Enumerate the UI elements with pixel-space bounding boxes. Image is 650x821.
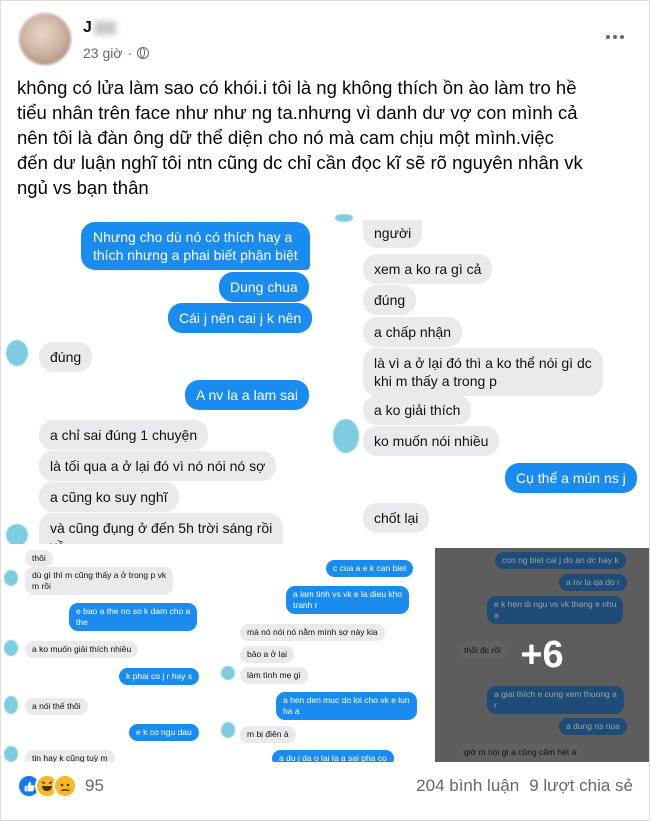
dot-separator: · [127, 45, 133, 61]
author-name[interactable]: J [83, 19, 92, 36]
message-bubble: xem a ko ra gì cả [363, 254, 493, 284]
message-bubble: k phai co j r hay s [119, 668, 200, 685]
message-bubble: a chấp nhận [363, 317, 463, 347]
message-bubble: e bao a the no so k dam cho a the [69, 603, 198, 631]
avatar-blob [6, 524, 28, 544]
sad-reaction-icon [53, 774, 77, 798]
post-text-line: ngủ vs bạn thân [17, 177, 149, 198]
message-bubble: a ko giải thích [363, 395, 472, 425]
message-bubble: làm tình mẹ gì [240, 667, 308, 684]
message-bubble: a du j da o lai la a sai pha co [272, 750, 394, 762]
post-header: J 23 giờ · [19, 13, 631, 69]
message-text: khi m thấy a trong p [374, 373, 497, 389]
photo-2[interactable]: người xem a ko ra gì cả đúng a chấp nhận… [327, 214, 649, 544]
message-text: the [76, 617, 88, 627]
post-text-line: không có lửa làm sao có khói.i tôi là ng… [17, 77, 577, 98]
reactions-summary[interactable]: 95 [17, 774, 104, 798]
message-text: ha a [283, 706, 300, 716]
message-bubble: a nói thế thôi [25, 698, 88, 715]
post-text: không có lửa làm sao có khói.i tôi là ng… [17, 75, 637, 200]
message-bubble: đúng [39, 342, 93, 372]
message-bubble: a hen den muc do loi cho vk e lun ha a [276, 692, 417, 720]
message-text: về [50, 537, 272, 544]
avatar-blob [221, 666, 235, 680]
message-bubble: a cũng ko suy nghĩ [39, 482, 179, 512]
avatar-blob [333, 419, 359, 453]
reaction-count[interactable]: 95 [85, 776, 104, 796]
post-meta: 23 giờ · [83, 45, 150, 61]
message-bubble: A nv la a lam sai [185, 380, 309, 410]
message-bubble: Dung chua [219, 272, 309, 302]
message-bubble: a ko muốn giải thích nhiều [25, 641, 139, 658]
more-options-icon[interactable] [599, 27, 631, 47]
message-bubble: dù gì thì m cũng thấy a ở trong p vk m r… [25, 567, 174, 595]
message-bubble: Cái j nên cai j k nên [168, 303, 313, 333]
comments-count[interactable]: 204 bình luận [416, 776, 519, 796]
post-text-line: đến dư luận nghĩ tôi ntn cũng dc chỉ cần… [17, 152, 583, 173]
message-bubble: là vì a ở lại đó thì a ko thể nói gì dc … [363, 348, 603, 396]
message-bubble: Nhưng cho dù nó có thích hay a thích như… [81, 222, 310, 270]
message-bubble: m bị điên à [240, 726, 296, 743]
message-text: thích nhưng a phai biết phận biệt [93, 247, 298, 263]
avatar-blob [4, 570, 18, 586]
author-avatar[interactable] [19, 13, 71, 65]
message-bubble: chốt lại [363, 503, 430, 533]
message-bubble: c cua a e k can biet [326, 560, 414, 577]
message-bubble: và cũng đụng ở đến 5h trời sáng rồi về [39, 513, 284, 544]
message-text: tranh r [293, 600, 318, 610]
photo-5-more[interactable]: con ng biet cai j do an dc hay k a nv la… [435, 548, 649, 762]
message-bubble: người [363, 220, 423, 248]
avatar-blob [335, 214, 353, 222]
message-text: e bao a the no so k dam cho a [76, 606, 191, 616]
photo-3[interactable]: thôi dù gì thì m cũng thấy a ở trong p v… [1, 548, 214, 762]
photo-1[interactable]: Nhưng cho dù nó có thích hay a thích như… [1, 214, 323, 544]
engagement-stats: 204 bình luận 9 lượt chia sẻ [416, 776, 633, 796]
message-text: là vì a ở lại đó thì a ko thể nói gì dc [374, 355, 592, 371]
more-photos-count[interactable]: +6 [435, 548, 649, 762]
message-bubble: ko muốn nói nhiều [363, 426, 500, 456]
message-bubble: là tối qua a ở lại đó vì nó nói nó sợ [39, 451, 277, 481]
message-text: a hen den muc do loi cho vk e lun [283, 695, 410, 705]
avatar-blob [6, 340, 28, 366]
avatar-blob [221, 722, 235, 738]
message-bubble: e k co ngu dau [129, 724, 199, 741]
avatar-blob [4, 696, 18, 714]
message-text: a lam tinh vs vk e la dieu kho [293, 589, 403, 599]
message-bubble: a chỉ sai đúng 1 chuyện [39, 420, 209, 450]
avatar-blob [4, 640, 18, 656]
blurred-name [93, 20, 116, 35]
post-footer: 95 204 bình luận 9 lượt chia sẻ [17, 766, 633, 806]
photo-4[interactable]: c cua a e k can biet a lam tinh vs vk e … [218, 548, 431, 762]
message-text: m rồi [32, 581, 51, 591]
message-bubble: a lam tinh vs vk e la dieu kho tranh r [286, 586, 410, 614]
message-text: dù gì thì m cũng thấy a ở trong p vk [32, 570, 167, 580]
post-text-line: tiểu nhân trên face như như ng ta.nhưng … [17, 102, 578, 123]
message-bubble: tin hay k cũng tuỳ m [25, 750, 115, 762]
message-bubble: thôi [25, 550, 53, 567]
post-time[interactable]: 23 giờ [83, 45, 123, 61]
author-name-container[interactable]: J [83, 19, 116, 37]
message-bubble: bảo a ở lại [240, 646, 295, 663]
avatar-blob [4, 746, 18, 762]
message-bubble: mà nó nói nó nằm mình sợ này kia [240, 624, 385, 641]
post-text-line: nên tôi là đàn ông dữ thể diện cho nó mà… [17, 127, 554, 148]
photo-grid: Nhưng cho dù nó có thích hay a thích như… [1, 214, 649, 762]
message-text: Nhưng cho dù nó có thích hay a [93, 229, 293, 245]
facebook-post: J 23 giờ · không có lửa làm sao có khói.… [0, 0, 650, 821]
message-text: và cũng đụng ở đến 5h trời sáng rồi [50, 520, 273, 536]
globe-icon[interactable] [137, 47, 150, 59]
message-bubble: đúng [363, 285, 417, 315]
message-bubble: Cụ thể a mún ns j [505, 463, 637, 493]
shares-count[interactable]: 9 lượt chia sẻ [529, 776, 633, 796]
